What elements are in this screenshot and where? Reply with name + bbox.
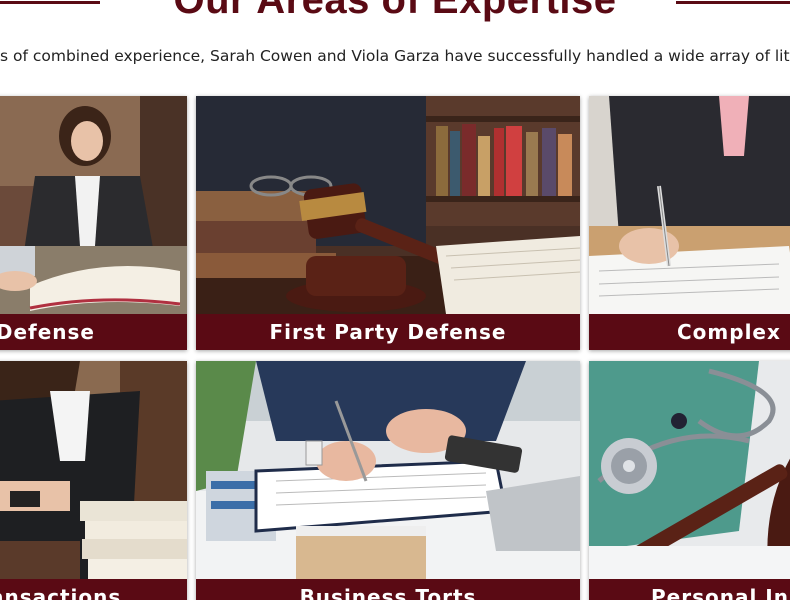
practice-card-business-torts[interactable]: Business Torts: [196, 361, 580, 600]
card-label: Complex L: [589, 314, 790, 350]
signing-document-image: [589, 96, 790, 314]
card-label: Business Torts: [196, 579, 580, 600]
card-label: Defense: [0, 314, 187, 350]
practice-card-complex-litigation[interactable]: Complex L: [589, 96, 790, 350]
card-label: First Party Defense: [196, 314, 580, 350]
page-title: Our Areas of Expertise: [173, 0, 617, 22]
practice-card-first-party-defense[interactable]: First Party Defense: [196, 96, 580, 350]
writing-contract-image: [196, 361, 580, 579]
gavel-books-image: [196, 96, 580, 314]
practice-card-defense[interactable]: Defense: [0, 96, 187, 350]
intro-text: s of combined experience, Sarah Cowen an…: [0, 47, 790, 65]
card-label: Personal Inju: [589, 579, 790, 600]
card-label: ansactions: [0, 579, 187, 600]
practice-card-transactions[interactable]: ansactions: [0, 361, 187, 600]
businesswoman-phone-image: [0, 361, 187, 579]
stethoscope-gavel-image: [589, 361, 790, 579]
practice-card-personal-injury[interactable]: Personal Inju: [589, 361, 790, 600]
heading-divider-right: [676, 1, 790, 4]
section-heading: Our Areas of Expertise: [0, 0, 790, 26]
lawyer-reading-image: [0, 96, 187, 314]
